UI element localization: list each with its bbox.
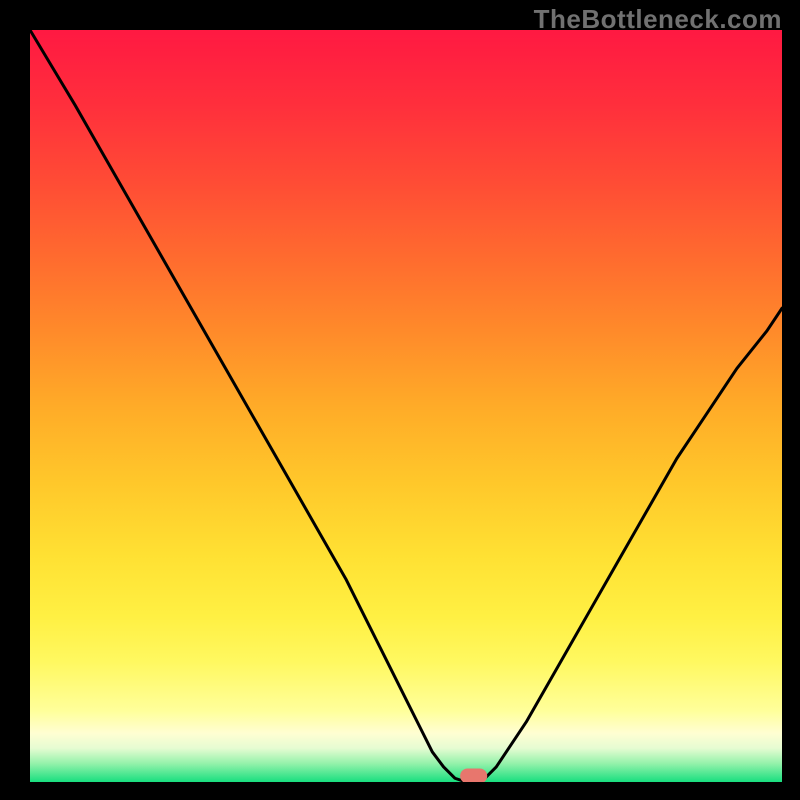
watermark-text: TheBottleneck.com (534, 4, 782, 35)
gradient-background (30, 30, 782, 782)
optimal-point-marker (460, 768, 487, 782)
bottleneck-chart (30, 30, 782, 782)
chart-container: TheBottleneck.com (0, 0, 800, 800)
plot-area (30, 30, 782, 782)
